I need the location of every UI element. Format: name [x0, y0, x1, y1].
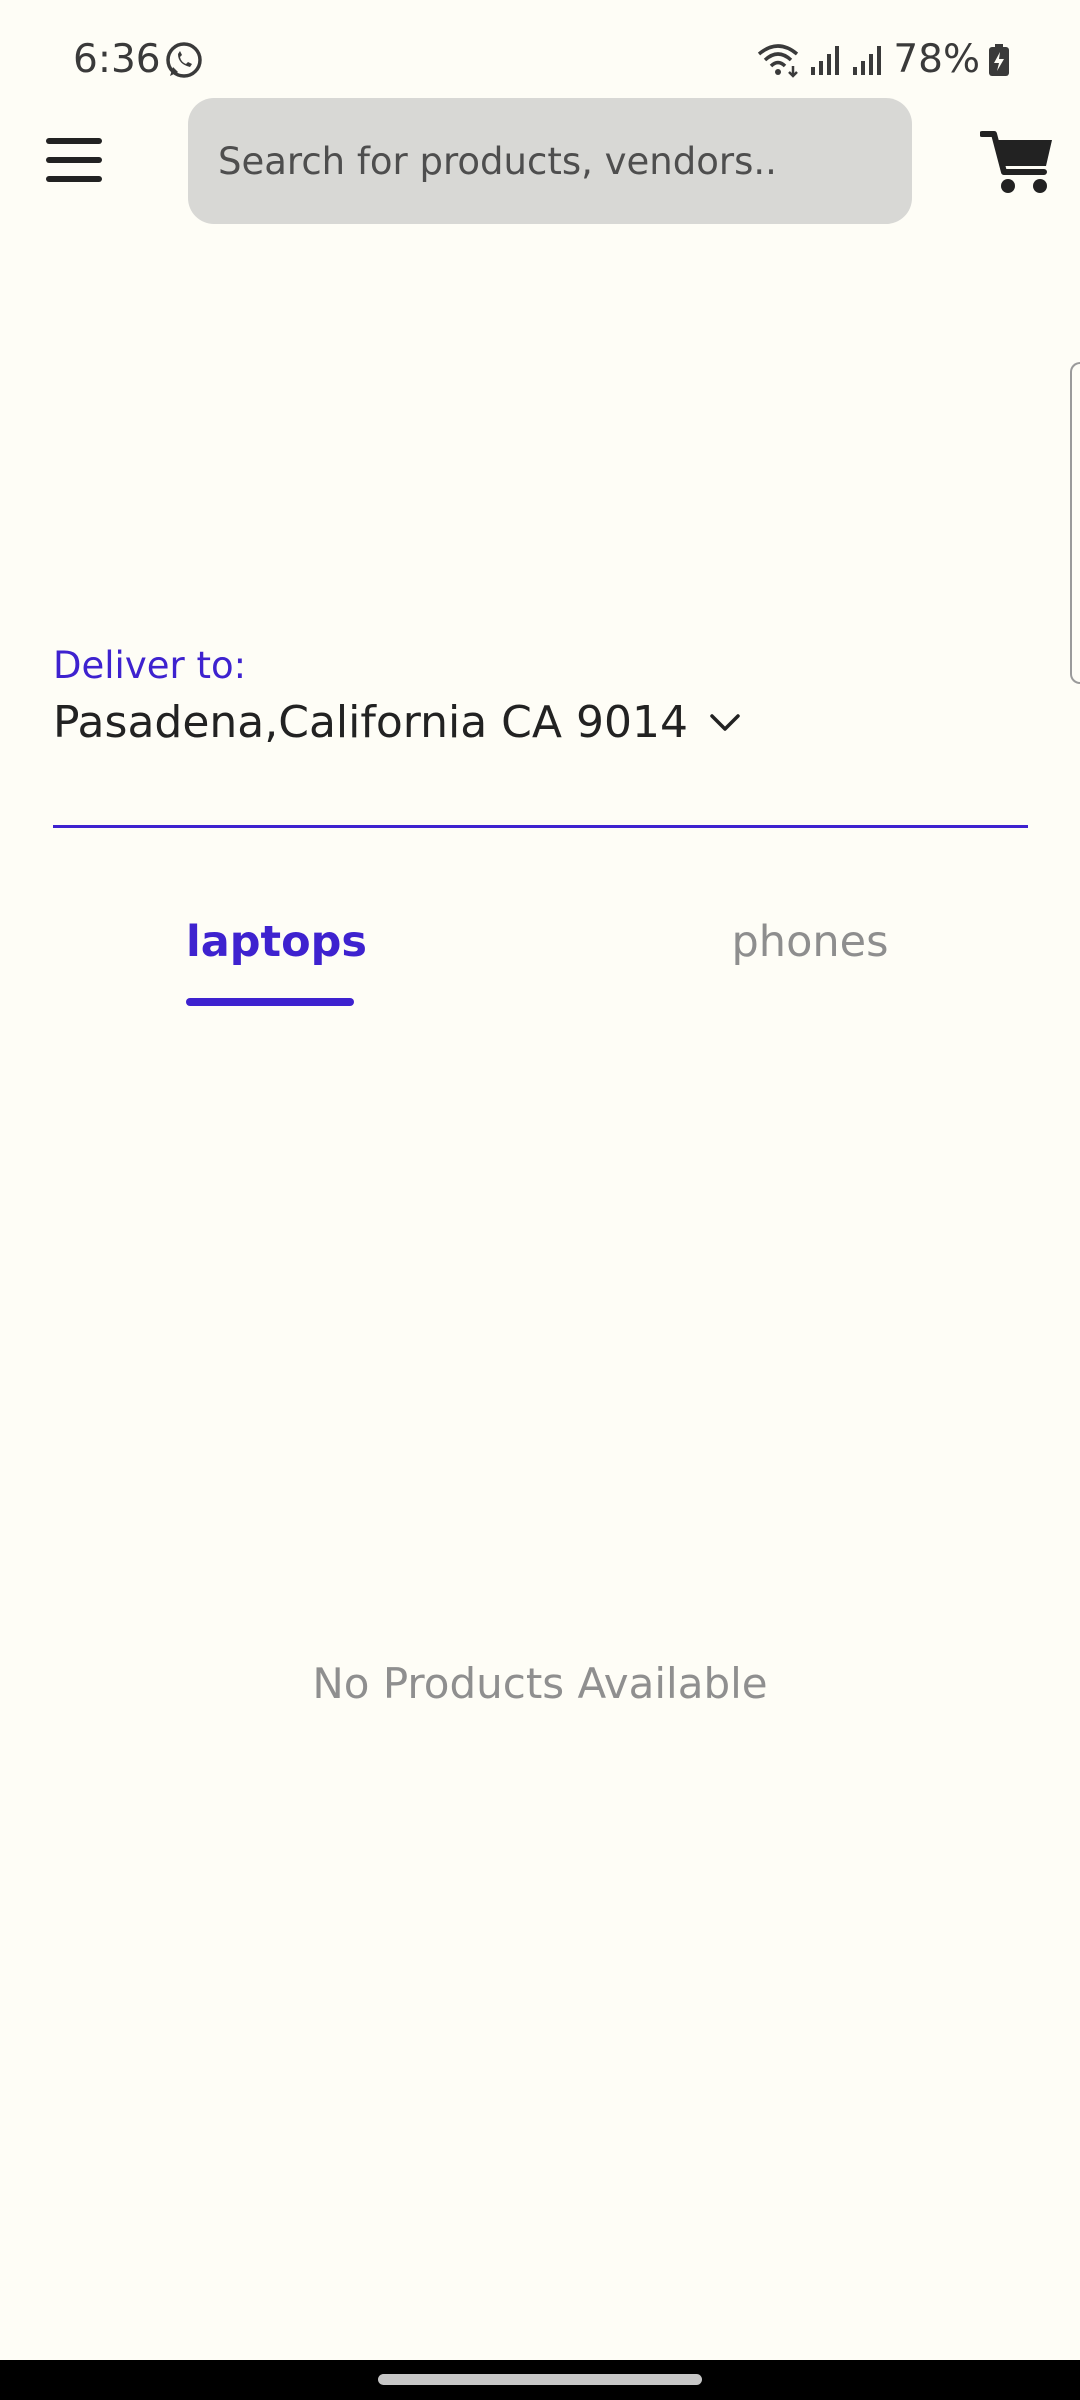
delivery-address: Pasadena,California CA 9014: [53, 697, 688, 748]
chevron-down-icon: [710, 714, 740, 731]
search-input[interactable]: [216, 138, 912, 184]
delivery-address-selector[interactable]: Pasadena,California CA 9014: [53, 694, 742, 752]
tab-phones[interactable]: phones: [730, 910, 890, 980]
wifi-icon: [758, 44, 799, 78]
shopping-cart-icon[interactable]: [980, 128, 1054, 196]
signal-icon: [853, 46, 882, 75]
whatsapp-icon: [166, 42, 202, 78]
status-time: 6:36: [73, 37, 161, 82]
delivery-divider: [53, 825, 1028, 828]
deliver-to-label: Deliver to:: [53, 644, 247, 687]
status-icons: 78%: [755, 36, 1010, 84]
signal-icon: [811, 46, 840, 75]
battery-percentage: 78%: [893, 37, 980, 82]
edge-panel-handle[interactable]: [1070, 362, 1080, 684]
empty-state-message: No Products Available: [312, 1659, 768, 1708]
battery-charging-icon: [989, 44, 1009, 76]
tab-selected-indicator: [186, 998, 354, 1006]
search-bar[interactable]: [188, 98, 912, 224]
hamburger-menu-icon[interactable]: [44, 130, 104, 190]
home-indicator[interactable]: [378, 2374, 702, 2385]
tab-laptops[interactable]: laptops: [186, 910, 367, 980]
